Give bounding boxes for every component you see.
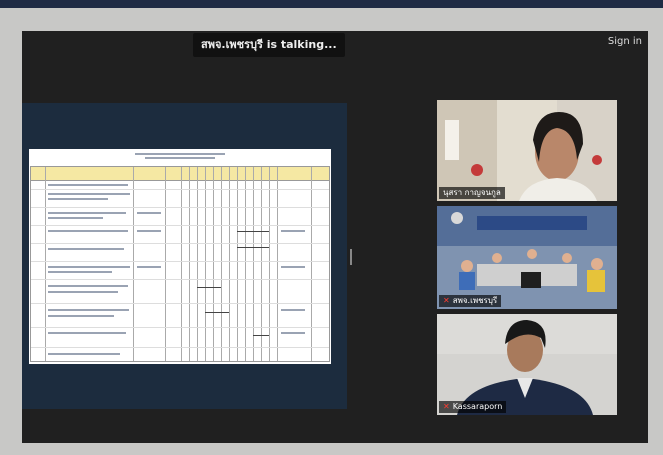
participant-name-tag-3: ✕ Kassaraporn bbox=[439, 401, 507, 413]
screen-share-area bbox=[22, 103, 347, 409]
participant-name-tag-2: ✕ สพจ.เพชรบุรี bbox=[439, 295, 502, 307]
window-top-strip bbox=[0, 0, 663, 8]
participant-video-1 bbox=[437, 100, 617, 201]
panel-divider-handle[interactable] bbox=[350, 249, 352, 265]
document-title-text bbox=[29, 153, 331, 159]
participant-name-tag-1: นุสรา กาญจนกูล bbox=[439, 187, 505, 199]
video-tile-1[interactable]: นุสรา กาญจนกูล bbox=[437, 100, 617, 201]
video-tile-2[interactable]: ✕ สพจ.เพชรบุรี bbox=[437, 206, 617, 309]
shared-document bbox=[29, 149, 331, 364]
mic-muted-icon: ✕ bbox=[443, 402, 450, 411]
video-tile-3[interactable]: ✕ Kassaraporn bbox=[437, 314, 617, 415]
mic-muted-icon: ✕ bbox=[443, 296, 450, 305]
document-table bbox=[30, 166, 330, 362]
talking-indicator: สพจ.เพชรบุรี is talking... bbox=[193, 33, 345, 57]
participant-video-2 bbox=[437, 206, 617, 309]
table-header-row bbox=[31, 167, 329, 181]
sign-in-link[interactable]: Sign in bbox=[608, 36, 642, 47]
participant-video-3 bbox=[437, 314, 617, 415]
meeting-stage: สพจ.เพชรบุรี is talking... Sign in นุสรา… bbox=[22, 31, 648, 443]
